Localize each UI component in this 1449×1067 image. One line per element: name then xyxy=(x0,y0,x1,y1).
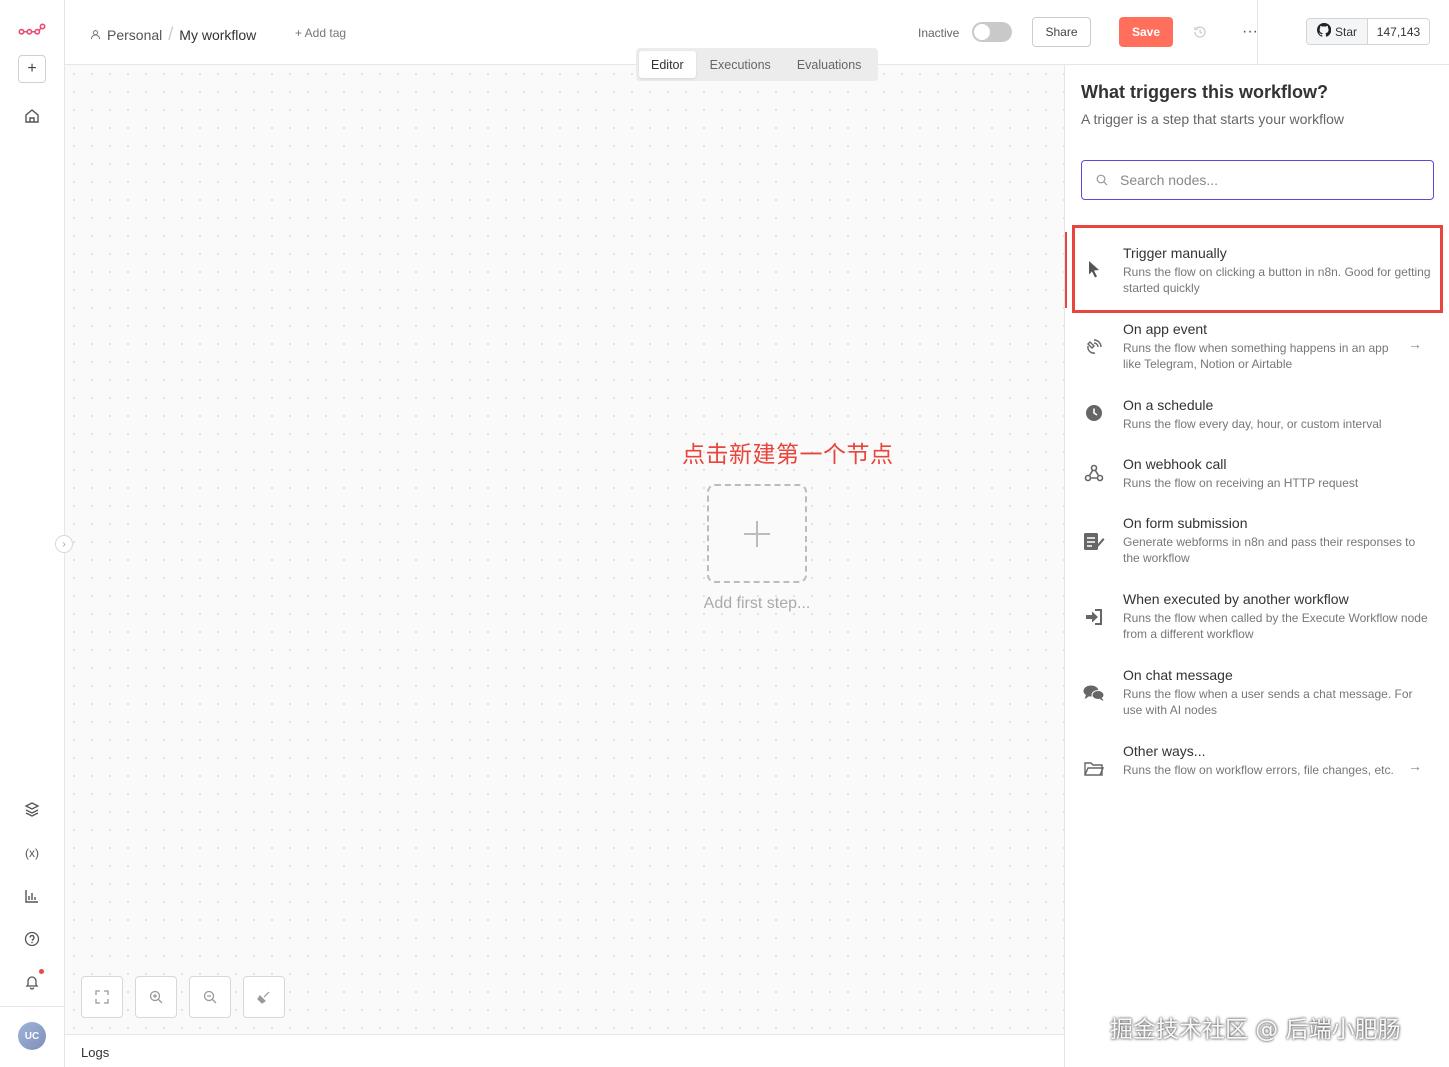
breadcrumb: Personal / My workflow xyxy=(90,24,256,45)
plus-icon xyxy=(744,520,770,547)
item-title: When executed by another workflow xyxy=(1123,591,1349,607)
variables-icon[interactable]: (x) xyxy=(18,839,46,867)
add-first-step-button[interactable] xyxy=(707,484,807,583)
annotation-text: 点击新建第一个节点 xyxy=(682,442,894,468)
left-sidebar: + (x) UC xyxy=(0,0,65,1067)
github-star-button[interactable]: Star 147,143 xyxy=(1306,18,1430,45)
zoom-out-icon xyxy=(203,990,217,1004)
satellite-icon xyxy=(1083,336,1105,358)
webhook-icon xyxy=(1083,462,1105,484)
chevron-right-icon[interactable]: › xyxy=(55,535,73,553)
share-button[interactable]: Share xyxy=(1032,17,1091,47)
trigger-item-other[interactable]: Other ways... Runs the flow on workflow … xyxy=(1065,733,1449,809)
panel-title: What triggers this workflow? xyxy=(1081,82,1329,102)
zoom-out-button[interactable] xyxy=(189,976,231,1018)
avatar[interactable]: UC xyxy=(18,1022,46,1050)
item-title: On chat message xyxy=(1123,667,1233,683)
tidy-up-button[interactable] xyxy=(243,976,285,1018)
search-icon xyxy=(1096,174,1108,186)
history-icon[interactable] xyxy=(1190,22,1210,42)
active-toggle[interactable] xyxy=(972,22,1012,42)
watermark: 掘金技术社区 @ 后端小肥肠 xyxy=(1110,1017,1401,1043)
breadcrumb-project[interactable]: Personal xyxy=(107,27,162,43)
breadcrumb-separator: / xyxy=(168,24,174,44)
active-status-label: Inactive xyxy=(918,26,960,40)
fit-view-button[interactable] xyxy=(81,976,123,1018)
arrow-right-icon: → xyxy=(1408,336,1422,352)
trigger-item-app-event[interactable]: On app event Runs the flow when somethin… xyxy=(1065,311,1449,387)
n8n-logo-icon[interactable] xyxy=(18,16,46,44)
item-description: Runs the flow on workflow errors, file c… xyxy=(1123,763,1394,777)
create-button[interactable]: + xyxy=(18,55,46,83)
item-description: Runs the flow when a user sends a chat m… xyxy=(1123,687,1413,717)
chat-icon xyxy=(1083,682,1105,704)
item-title: On form submission xyxy=(1123,515,1248,531)
trigger-item-form[interactable]: On form submission Generate webforms in … xyxy=(1065,505,1449,581)
broom-icon xyxy=(257,991,270,1004)
trigger-item-chat[interactable]: On chat message Runs the flow when a use… xyxy=(1065,657,1449,733)
form-icon xyxy=(1083,530,1105,552)
divider xyxy=(1257,0,1258,65)
logs-label: Logs xyxy=(81,1045,110,1060)
trigger-item-sub-workflow[interactable]: When executed by another workflow Runs t… xyxy=(1065,581,1449,657)
fit-view-icon xyxy=(95,990,109,1004)
tab-executions[interactable]: Executions xyxy=(698,51,783,78)
insights-icon[interactable] xyxy=(18,882,46,910)
zoom-in-icon xyxy=(149,990,163,1004)
person-icon xyxy=(90,27,101,43)
trigger-item-webhook[interactable]: On webhook call Runs the flow on receivi… xyxy=(1065,446,1449,504)
view-tabs: Editor Executions Evaluations xyxy=(636,48,878,81)
item-description: Runs the flow on receiving an HTTP reque… xyxy=(1123,476,1359,490)
add-first-step-label: Add first step... xyxy=(703,595,811,612)
folder-icon xyxy=(1083,758,1105,780)
item-title: On a schedule xyxy=(1123,397,1214,413)
item-description: Runs the flow when something happens in … xyxy=(1123,341,1389,371)
item-description: Runs the flow when called by the Execute… xyxy=(1123,611,1428,641)
panel-subtitle: A trigger is a step that starts your wor… xyxy=(1081,111,1344,127)
workflow-name[interactable]: My workflow xyxy=(179,27,256,43)
help-icon[interactable] xyxy=(18,925,46,953)
github-star-label: Star xyxy=(1334,24,1357,39)
item-description: Runs the flow every day, hour, or custom… xyxy=(1123,417,1382,431)
trigger-panel: What triggers this workflow? A trigger i… xyxy=(1064,65,1449,1067)
arrow-right-icon: → xyxy=(1408,758,1422,774)
add-tag-button[interactable]: + Add tag xyxy=(295,26,346,40)
github-icon xyxy=(1316,22,1332,40)
notification-dot xyxy=(39,969,44,974)
divider xyxy=(0,1006,64,1007)
templates-icon[interactable] xyxy=(18,796,46,824)
home-icon[interactable] xyxy=(18,102,46,130)
item-title: On app event xyxy=(1123,321,1208,337)
workflow-canvas[interactable] xyxy=(65,65,1064,1034)
item-title: Other ways... xyxy=(1123,743,1206,759)
clock-icon xyxy=(1083,402,1105,424)
tab-evaluations[interactable]: Evaluations xyxy=(785,51,874,78)
trigger-item-schedule[interactable]: On a schedule Runs the flow every day, h… xyxy=(1065,387,1449,445)
github-star-count: 147,143 xyxy=(1368,19,1429,44)
sign-in-icon xyxy=(1083,606,1105,628)
save-button[interactable]: Save xyxy=(1119,17,1173,47)
search-placeholder: Search nodes... xyxy=(1120,172,1219,188)
logs-bar[interactable]: Logs xyxy=(65,1034,1064,1067)
tab-editor[interactable]: Editor xyxy=(639,51,696,78)
item-title: On webhook call xyxy=(1123,456,1227,472)
zoom-in-button[interactable] xyxy=(135,976,177,1018)
item-description: Generate webforms in n8n and pass their … xyxy=(1123,535,1416,565)
search-input[interactable]: Search nodes... xyxy=(1081,160,1434,200)
highlight-box xyxy=(1072,225,1443,313)
